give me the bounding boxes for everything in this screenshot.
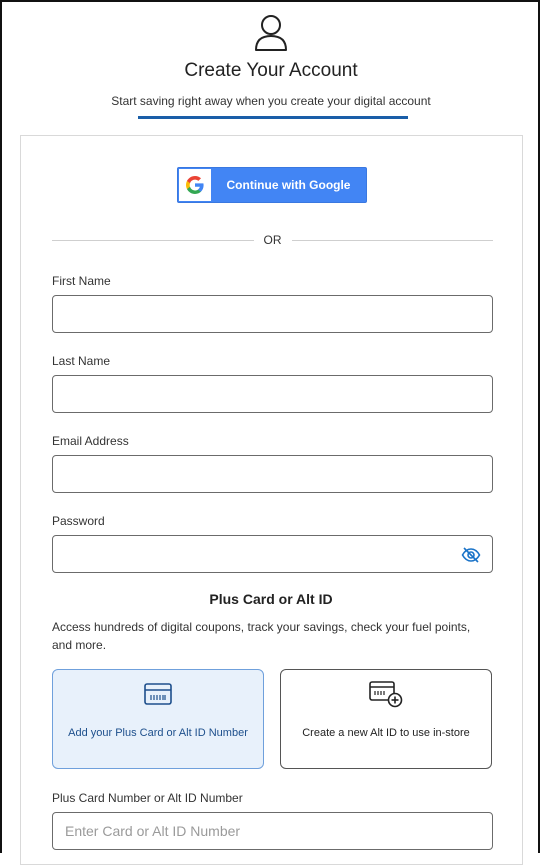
add-plus-card-option[interactable]: Add your Plus Card or Alt ID Number — [52, 669, 264, 769]
or-divider: OR — [52, 232, 493, 248]
divider-text: OR — [263, 233, 282, 247]
google-logo-box — [179, 169, 211, 201]
email-label: Email Address — [52, 434, 129, 448]
plus-card-description: Access hundreds of digital coupons, trac… — [52, 620, 471, 652]
card-icon — [144, 683, 172, 705]
first-name-input[interactable] — [52, 295, 493, 333]
password-input[interactable] — [52, 535, 493, 573]
divider-line-right — [291, 239, 493, 241]
plus-card-number-input[interactable] — [52, 812, 493, 850]
plus-card-title: Plus Card or Alt ID — [209, 591, 333, 607]
last-name-label: Last Name — [52, 354, 111, 368]
page-title: Create Your Account — [184, 60, 358, 81]
card-add-icon — [369, 681, 403, 708]
create-alt-id-option[interactable]: Create a new Alt ID to use in-store — [280, 669, 492, 769]
google-g-icon — [186, 176, 204, 194]
add-plus-card-label: Add your Plus Card or Alt ID Number — [68, 727, 248, 739]
first-name-label: First Name — [52, 274, 111, 288]
plus-card-number-label: Plus Card Number or Alt ID Number — [52, 791, 243, 805]
google-button-label: Continue with Google — [226, 178, 351, 192]
divider-line-left — [52, 239, 254, 241]
user-outline-icon — [255, 15, 287, 51]
page-subtitle: Start saving right away when you create … — [111, 94, 431, 108]
last-name-input[interactable] — [52, 375, 493, 413]
eye-off-icon[interactable] — [461, 545, 481, 565]
continue-with-google-button[interactable]: Continue with Google — [177, 167, 367, 203]
title-underline — [138, 116, 408, 119]
create-alt-id-label: Create a new Alt ID to use in-store — [302, 727, 470, 739]
email-input[interactable] — [52, 455, 493, 493]
password-label: Password — [52, 514, 105, 528]
